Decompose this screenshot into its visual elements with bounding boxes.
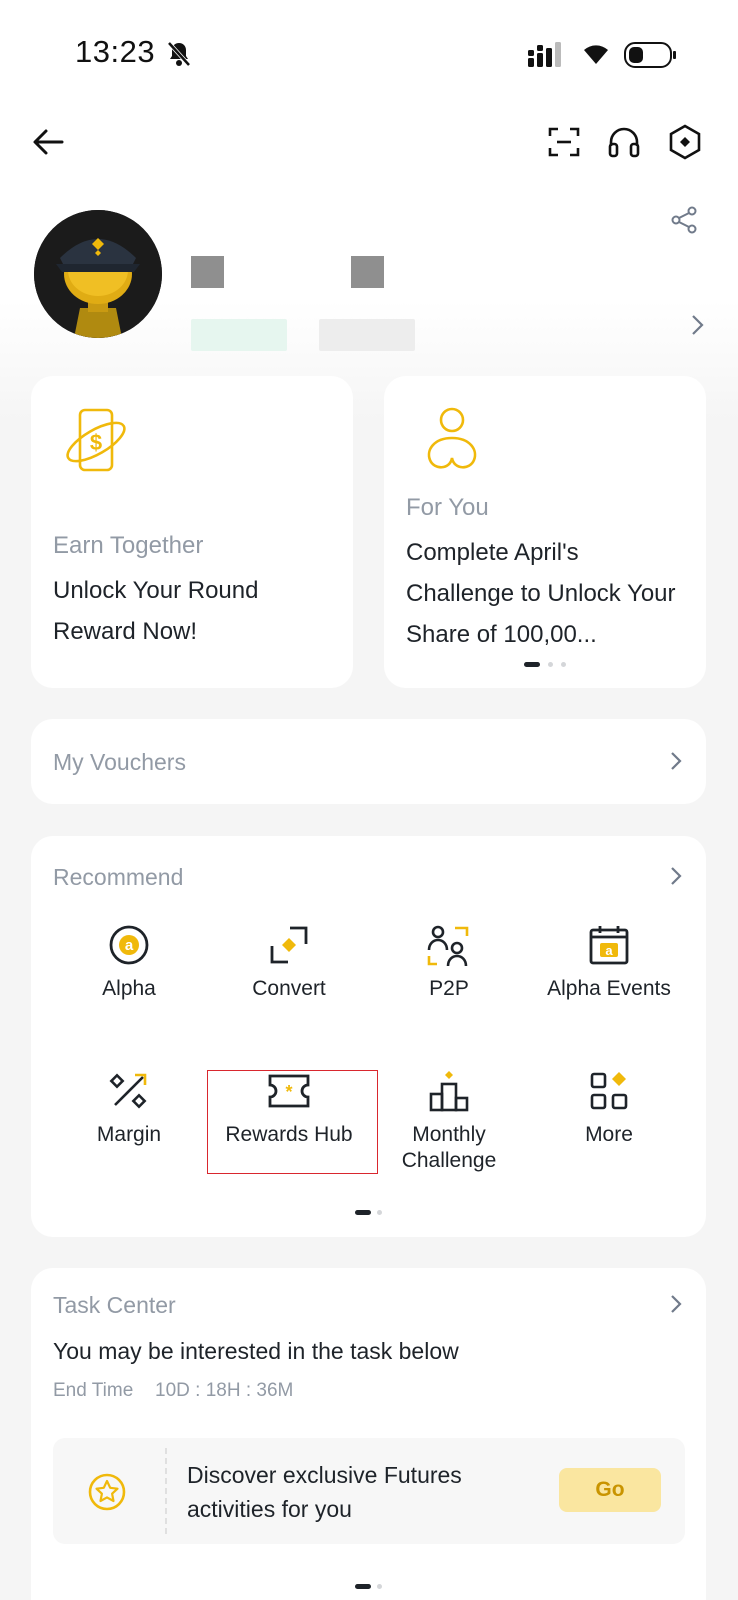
- task-divider: [165, 1448, 167, 1534]
- recommend-item-monthly-challenge[interactable]: Monthly Challenge: [369, 1066, 529, 1174]
- for-you-person-icon: [422, 406, 482, 481]
- status-time: 13:23: [75, 34, 156, 69]
- recommend-card: Recommend a Alpha Convert P2P a Alpha Ev…: [31, 836, 706, 1237]
- task-go-button[interactable]: Go: [559, 1468, 661, 1512]
- avatar[interactable]: [34, 210, 162, 338]
- alpha-events-icon: a: [529, 920, 689, 970]
- wifi-icon: [580, 40, 612, 71]
- headset-icon[interactable]: [602, 120, 646, 164]
- for-you-title: For You: [406, 494, 489, 521]
- earn-together-card[interactable]: $ Earn Together Unlock Your Round Reward…: [31, 376, 353, 688]
- recommend-item-alpha-events[interactable]: a Alpha Events: [529, 920, 689, 1002]
- p2p-icon: [369, 920, 529, 970]
- recommend-item-label: Alpha Events: [547, 977, 671, 1000]
- my-vouchers-row[interactable]: My Vouchers: [31, 719, 706, 804]
- recommend-chevron-right-icon[interactable]: [669, 866, 683, 891]
- recommend-item-convert[interactable]: Convert: [209, 920, 369, 1002]
- recommend-item-margin[interactable]: Margin: [49, 1066, 209, 1148]
- recommend-item-more[interactable]: More: [529, 1066, 689, 1148]
- carousel-dot: [561, 662, 566, 667]
- svg-text:$: $: [90, 430, 102, 455]
- more-icon: [529, 1066, 689, 1116]
- earn-together-title: Earn Together: [53, 532, 204, 559]
- earn-together-text: Unlock Your Round Reward Now!: [53, 577, 259, 645]
- svg-text:a: a: [125, 937, 134, 954]
- rewards-hub-highlight-box: [207, 1070, 378, 1174]
- recommend-item-p2p[interactable]: P2P: [369, 920, 529, 1002]
- settings-hex-icon[interactable]: [663, 120, 707, 164]
- page-dot-active: [355, 1210, 371, 1215]
- task-end-time-value: 10D : 18H : 36M: [155, 1380, 294, 1401]
- recommend-item-label: Alpha: [102, 977, 156, 1000]
- carousel-dot-active: [524, 662, 540, 667]
- back-arrow-icon[interactable]: [26, 120, 70, 164]
- task-dot: [377, 1584, 382, 1589]
- chevron-right-icon: [669, 751, 683, 776]
- recommend-item-alpha[interactable]: a Alpha: [49, 920, 209, 1002]
- task-center-subtitle: You may be interested in the task below: [53, 1338, 459, 1364]
- convert-icon: [209, 920, 369, 970]
- for-you-text: Complete April's Challenge to Unlock You…: [406, 539, 676, 648]
- recommend-item-label: Margin: [96, 1123, 162, 1146]
- battery-icon: [624, 42, 678, 73]
- margin-icon: [49, 1066, 209, 1116]
- vip-badge: [191, 319, 287, 351]
- my-vouchers-label: My Vouchers: [53, 749, 186, 775]
- carousel-dot: [548, 662, 553, 667]
- svg-text:a: a: [605, 943, 613, 958]
- alpha-icon: a: [49, 920, 209, 970]
- scan-icon[interactable]: [542, 120, 586, 164]
- task-dot-active: [355, 1584, 371, 1589]
- star-badge-icon: [87, 1472, 127, 1517]
- username-redacted-block: [191, 256, 224, 288]
- recommend-item-label: Monthly Challenge: [401, 1123, 497, 1172]
- bell-muted-icon: [166, 40, 192, 73]
- recommend-item-label: Convert: [252, 977, 326, 1000]
- task-center-card: Task Center You may be interested in the…: [31, 1268, 706, 1600]
- for-you-card[interactable]: For You Complete April's Challenge to Un…: [384, 376, 706, 688]
- task-center-chevron-right-icon[interactable]: [669, 1294, 683, 1319]
- share-icon[interactable]: [670, 206, 698, 239]
- page-dot: [377, 1210, 382, 1215]
- verified-badge: [319, 319, 415, 351]
- monthly-challenge-icon: [369, 1066, 529, 1116]
- recommend-label: Recommend: [53, 864, 184, 890]
- recommend-item-label: P2P: [429, 977, 469, 1000]
- recommend-item-label: More: [585, 1123, 633, 1146]
- task-center-label: Task Center: [53, 1292, 176, 1318]
- task-item[interactable]: Discover exclusive Futures activities fo…: [53, 1438, 685, 1544]
- username-redacted-block: [351, 256, 384, 288]
- profile-chevron-right-icon[interactable]: [690, 314, 706, 341]
- earn-coin-phone-icon: $: [62, 406, 134, 483]
- task-text: Discover exclusive Futures activities fo…: [187, 1462, 462, 1522]
- task-end-time-label: End Time: [53, 1380, 134, 1401]
- signal-icon: [528, 40, 568, 73]
